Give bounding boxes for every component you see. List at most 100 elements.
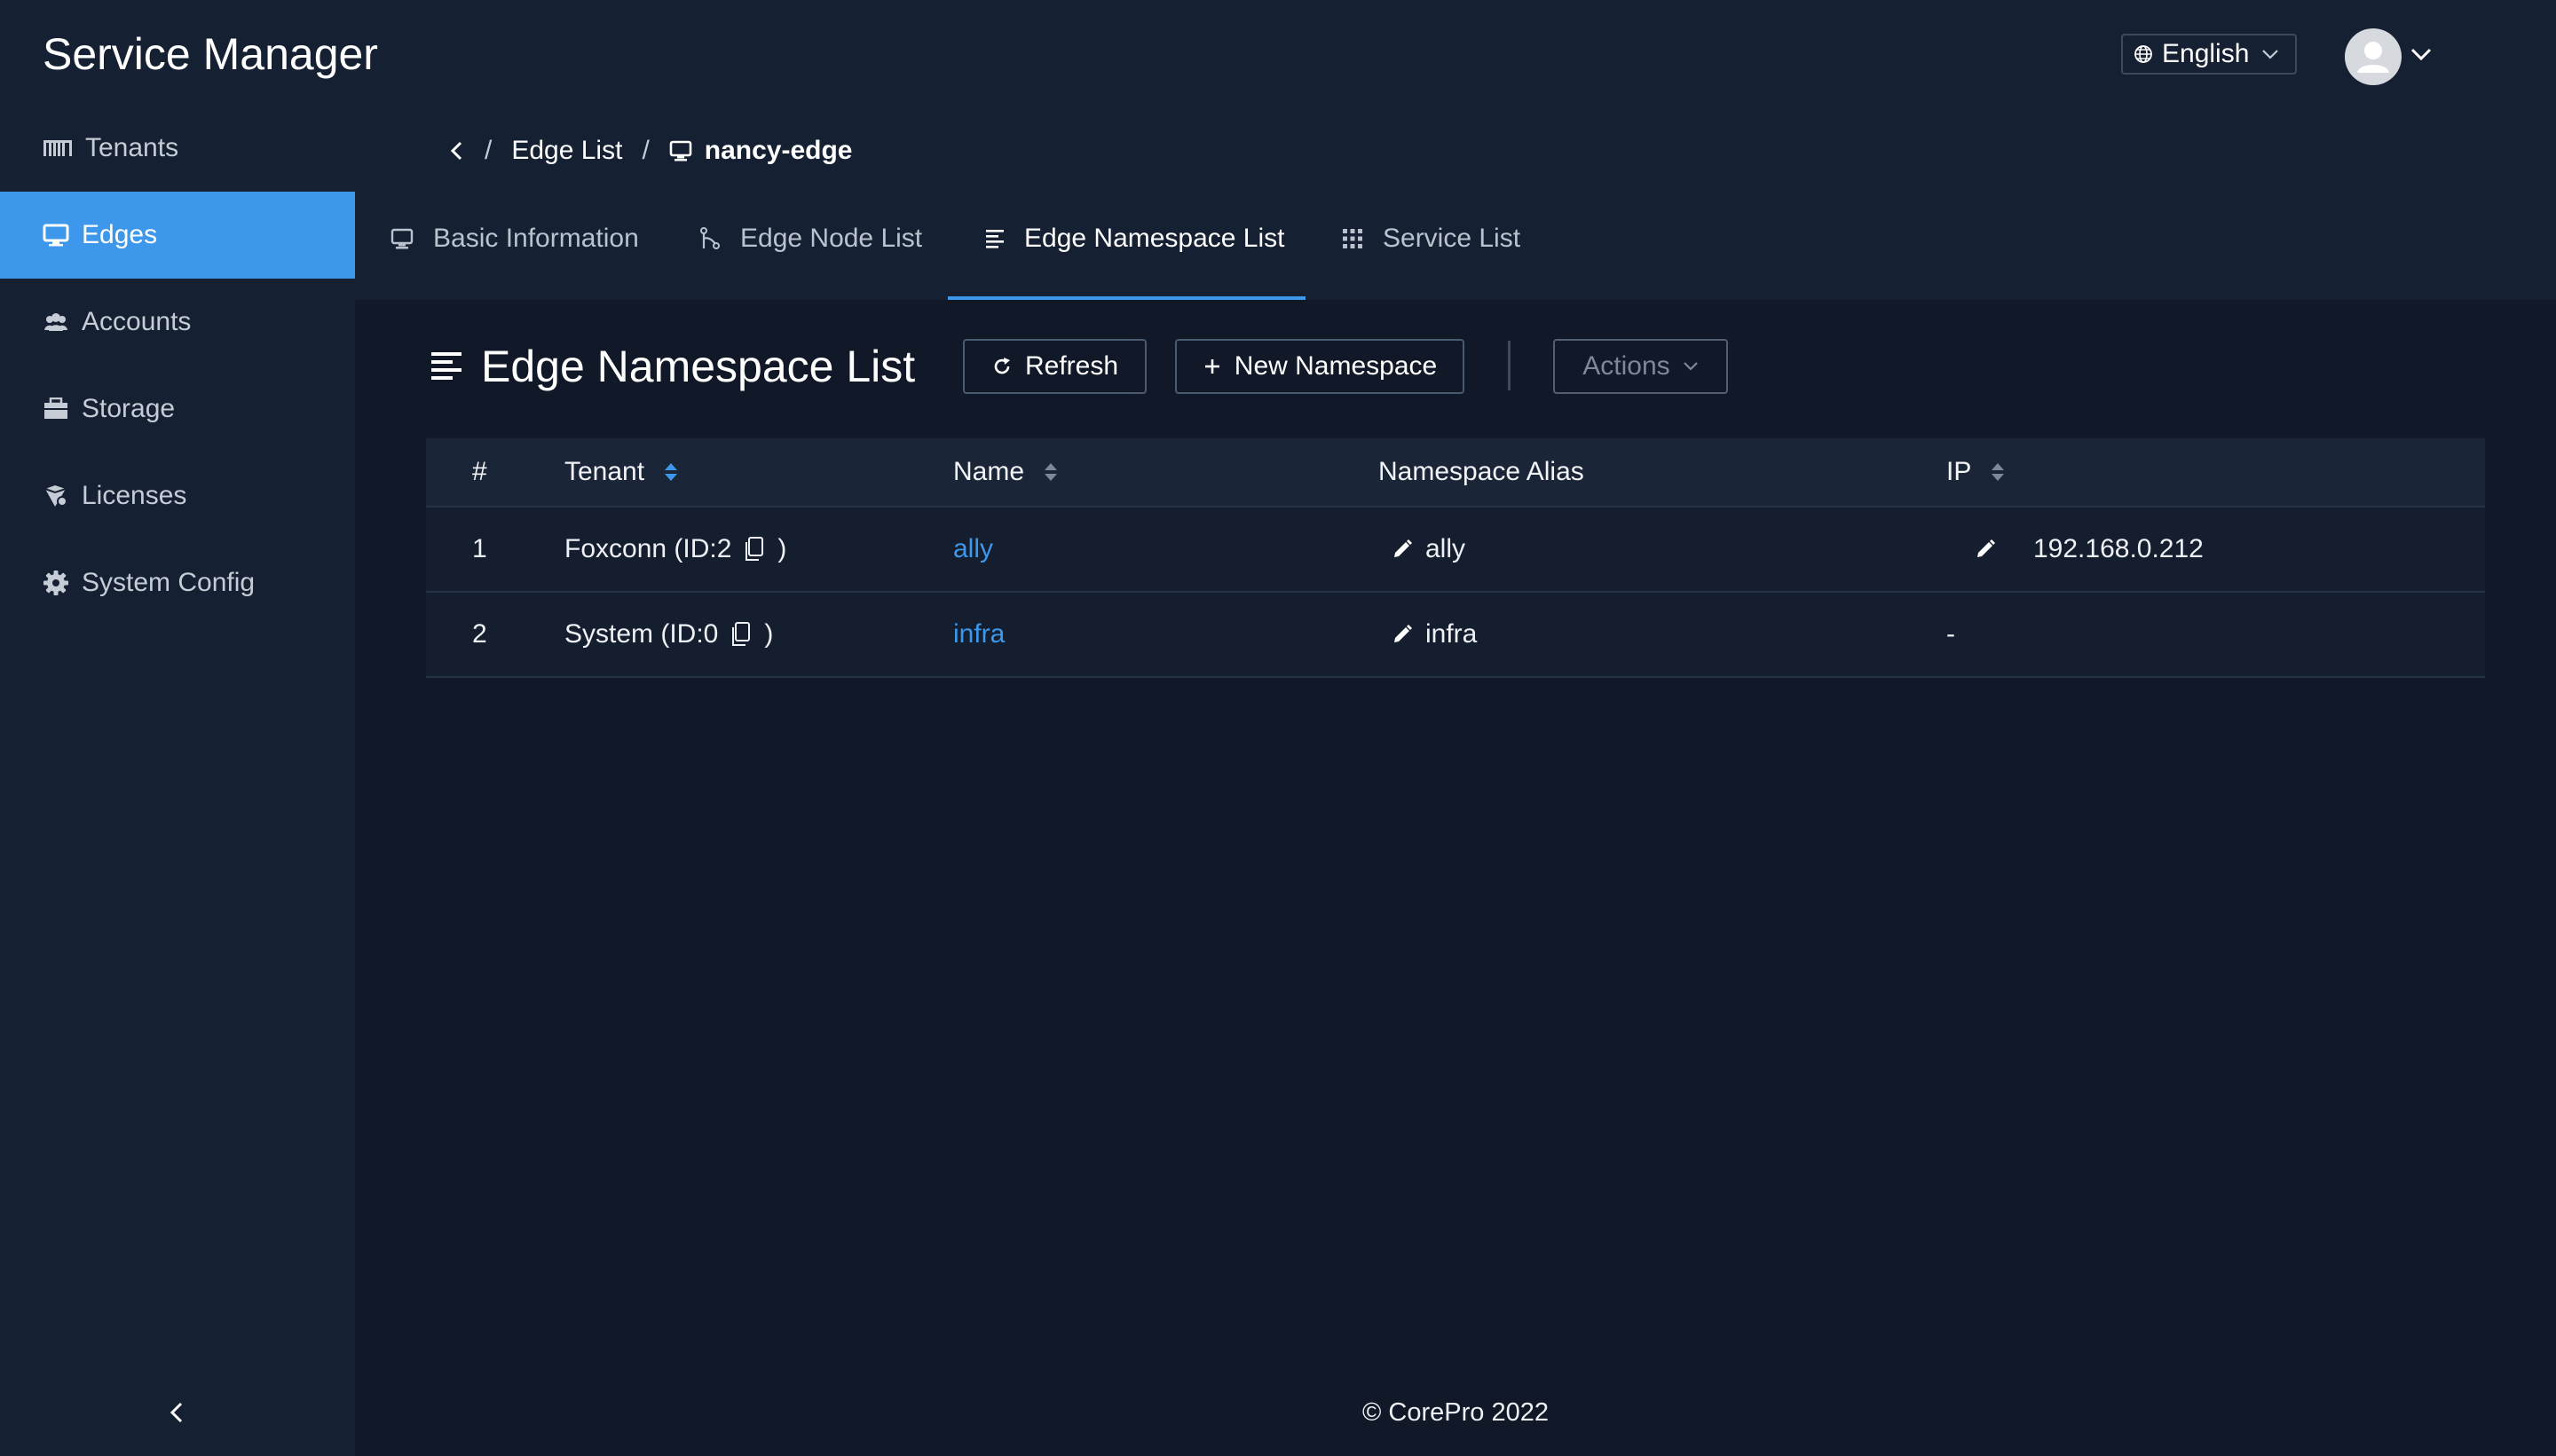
breadcrumb-current: nancy-edge bbox=[669, 136, 853, 166]
user-icon bbox=[2357, 42, 2389, 73]
namespace-name-link[interactable]: ally bbox=[953, 534, 993, 564]
tenants-icon bbox=[43, 140, 72, 156]
alias-cell: ally bbox=[1392, 508, 1465, 591]
column-header-index: # bbox=[472, 457, 487, 486]
tab-label: Basic Information bbox=[433, 224, 639, 253]
chevron-down-icon bbox=[1683, 362, 1698, 371]
tab-label: Edge Namespace List bbox=[1024, 224, 1285, 253]
back-icon[interactable] bbox=[449, 139, 465, 162]
language-select[interactable]: English bbox=[2121, 34, 2297, 75]
alias-text: ally bbox=[1425, 534, 1466, 563]
breadcrumb-separator: / bbox=[642, 136, 650, 165]
ip-cell: - bbox=[1946, 593, 1955, 676]
edit-icon[interactable] bbox=[1392, 539, 1413, 560]
active-tab-indicator bbox=[948, 296, 1306, 300]
edit-icon[interactable] bbox=[1392, 624, 1413, 645]
globe-icon bbox=[2134, 45, 2152, 63]
actions-label: Actions bbox=[1582, 351, 1670, 381]
column-header-tenant[interactable]: Tenant bbox=[564, 438, 678, 506]
tenant-close-paren: ) bbox=[764, 619, 774, 649]
sort-icon[interactable] bbox=[664, 462, 678, 482]
column-header-ip[interactable]: IP bbox=[1946, 438, 2005, 506]
ip-text: 192.168.0.212 bbox=[2033, 534, 2204, 563]
actions-dropdown-button[interactable]: Actions bbox=[1553, 339, 1728, 394]
name-cell: ally bbox=[953, 508, 993, 591]
tenant-cell: System (ID:0 ) bbox=[564, 593, 773, 676]
chevron-down-icon[interactable] bbox=[2410, 39, 2432, 71]
sort-icon[interactable] bbox=[1991, 462, 2005, 482]
sidebar-item-label: Edges bbox=[82, 220, 158, 249]
sidebar-item-edges[interactable]: Edges bbox=[0, 192, 355, 279]
alias-text: infra bbox=[1425, 619, 1478, 649]
sidebar-item-licenses[interactable]: Licenses bbox=[0, 453, 355, 539]
grid-icon bbox=[1343, 229, 1362, 248]
tab-edge-node-list[interactable]: Edge Node List bbox=[699, 224, 922, 254]
table-row: 2 System (ID:0 ) infra infra - bbox=[426, 593, 2485, 678]
sidebar: Tenants Edges Accounts Storage Licenses … bbox=[0, 105, 355, 1456]
sidebar-item-label: Storage bbox=[82, 394, 176, 423]
sidebar-item-system-config[interactable]: System Config bbox=[0, 539, 355, 626]
ip-cell: 192.168.0.212 bbox=[1975, 508, 2204, 591]
breadcrumb: / Edge List / nancy-edge bbox=[449, 131, 853, 170]
column-header-namespace-alias: Namespace Alias bbox=[1378, 457, 1584, 486]
new-namespace-label: New Namespace bbox=[1234, 351, 1438, 381]
tab-basic-information[interactable]: Basic Information bbox=[390, 224, 639, 254]
chevron-down-icon bbox=[2262, 50, 2278, 59]
storage-icon bbox=[44, 397, 67, 419]
alias-cell: infra bbox=[1392, 593, 1477, 676]
table-header-row: # Tenant Name Namespace Alias IP bbox=[426, 438, 2485, 508]
top-header: Service Manager English bbox=[0, 0, 2556, 105]
tab-label: Edge Node List bbox=[740, 224, 923, 253]
page-title: Edge Namespace List bbox=[481, 342, 916, 391]
tab-label: Service List bbox=[1383, 224, 1521, 253]
tenant-text: Foxconn (ID:2 bbox=[564, 534, 732, 563]
language-label: English bbox=[2162, 39, 2250, 68]
table-row: 1 Foxconn (ID:2 ) ally ally 192.168.0.21… bbox=[426, 508, 2485, 593]
list-icon bbox=[986, 230, 1004, 248]
ip-text: - bbox=[1946, 619, 1955, 649]
toolbar-divider bbox=[1508, 341, 1511, 390]
column-header-name[interactable]: Name bbox=[953, 438, 1058, 506]
copy-icon[interactable] bbox=[730, 621, 752, 648]
sidebar-item-storage[interactable]: Storage bbox=[0, 366, 355, 453]
new-namespace-button[interactable]: New Namespace bbox=[1175, 339, 1464, 394]
name-cell: infra bbox=[953, 593, 1005, 676]
breadcrumb-separator: / bbox=[485, 136, 493, 165]
tenant-text: System (ID:0 bbox=[564, 619, 719, 649]
breadcrumb-current-label: nancy-edge bbox=[704, 136, 853, 165]
list-icon bbox=[431, 352, 462, 380]
sidebar-item-label: Tenants bbox=[85, 133, 179, 162]
tab-service-list[interactable]: Service List bbox=[1342, 224, 1520, 254]
monitor-icon bbox=[390, 228, 414, 249]
tab-edge-namespace-list[interactable]: Edge Namespace List bbox=[985, 224, 1285, 254]
sidebar-item-label: Licenses bbox=[82, 481, 187, 510]
sidebar-item-tenants[interactable]: Tenants bbox=[0, 105, 355, 192]
monitor-icon bbox=[669, 140, 692, 161]
sidebar-item-accounts[interactable]: Accounts bbox=[0, 279, 355, 366]
row-index: 1 bbox=[472, 534, 487, 563]
app-title: Service Manager bbox=[43, 29, 378, 79]
plus-icon bbox=[1204, 359, 1219, 374]
tenant-cell: Foxconn (ID:2 ) bbox=[564, 508, 786, 591]
refresh-label: Refresh bbox=[1024, 351, 1119, 381]
collapse-sidebar-icon[interactable] bbox=[167, 1397, 188, 1428]
page-heading: Edge Namespace List bbox=[430, 337, 915, 396]
refresh-button[interactable]: Refresh bbox=[963, 339, 1147, 394]
row-index: 2 bbox=[472, 619, 487, 649]
footer-copyright: © CorePro 2022 bbox=[1362, 1398, 1549, 1427]
monitor-icon bbox=[43, 224, 69, 247]
breadcrumb-edge-list[interactable]: Edge List bbox=[511, 136, 622, 166]
namespace-table: # Tenant Name Namespace Alias IP 1 Foxco… bbox=[426, 438, 2485, 678]
sidebar-item-label: System Config bbox=[82, 568, 256, 597]
refresh-icon bbox=[994, 358, 1010, 374]
namespace-name-link[interactable]: infra bbox=[953, 619, 1005, 649]
sort-icon[interactable] bbox=[1044, 462, 1058, 482]
sidebar-item-label: Accounts bbox=[82, 307, 192, 336]
tenant-close-paren: ) bbox=[777, 534, 787, 563]
user-avatar[interactable] bbox=[2345, 28, 2402, 85]
licenses-icon bbox=[44, 485, 67, 507]
users-icon bbox=[44, 313, 67, 331]
copy-icon[interactable] bbox=[744, 536, 765, 563]
edit-icon[interactable] bbox=[1975, 539, 1996, 560]
node-branch-icon bbox=[700, 227, 720, 249]
